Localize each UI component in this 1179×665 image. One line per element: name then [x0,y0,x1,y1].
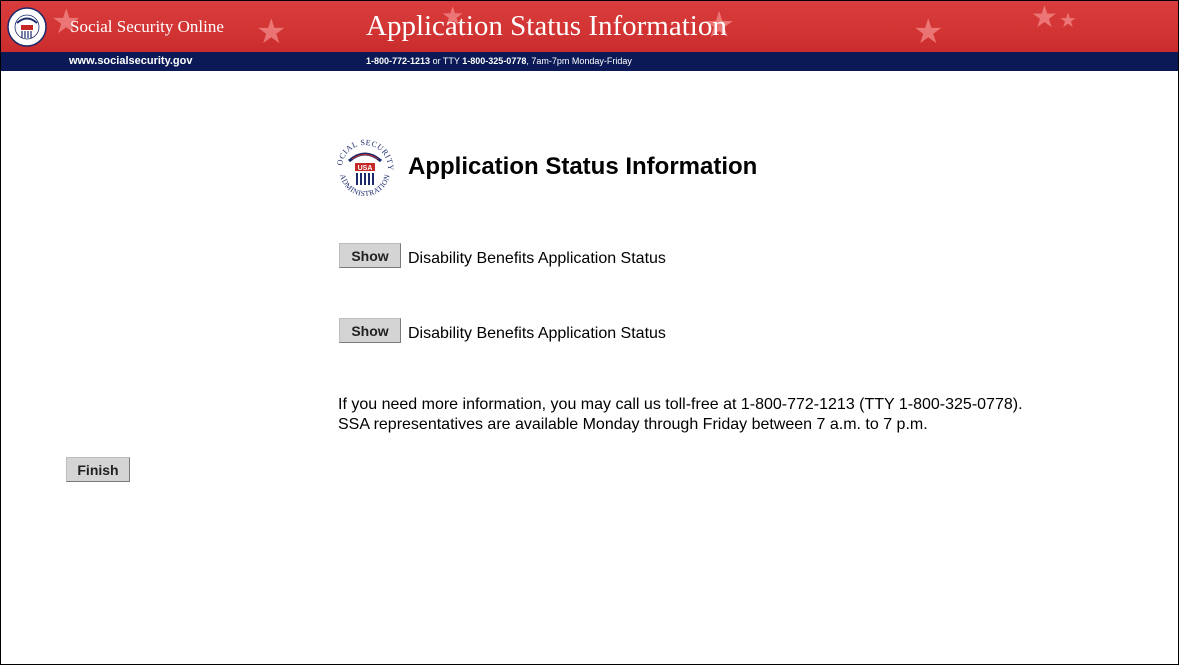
header-banner: ★ ★ ★ ★ ★ ★ ★ Social Security Online App… [1,1,1178,52]
decorative-star-icon: ★ [1059,10,1077,32]
ssa-seal-icon: SOCIAL SECURITY ADMINISTRATION USA [332,135,397,200]
phone-tty: 1-800-325-0778 [462,56,527,66]
site-name[interactable]: Social Security Online [70,17,224,37]
page-title: Application Status Information [408,153,758,180]
contact-info-text: If you need more information, you may ca… [338,396,1023,433]
decorative-star-icon: ★ [913,13,944,51]
ssa-seal-icon [7,7,47,47]
decorative-star-icon: ★ [256,13,287,51]
disability-status-label: Disability Benefits Application Status [408,250,666,267]
contact-phone-line: 1-800-772-1213 or TTY 1-800-325-0778, 7a… [366,56,632,66]
show-disability-status-button[interactable]: Show [339,243,401,268]
disability-status-label: Disability Benefits Application Status [408,325,666,342]
phone-primary: 1-800-772-1213 [366,56,431,66]
seal-text-usa: USA [358,165,373,172]
decorative-star-icon: ★ [1031,1,1058,34]
banner-title: Application Status Information [366,10,727,42]
show-disability-status-button[interactable]: Show [339,318,401,343]
contact-hours: , 7am-7pm Monday-Friday [526,56,632,66]
phone-connector: or TTY [432,56,460,66]
site-url-link[interactable]: www.socialsecurity.gov [69,55,193,67]
finish-button[interactable]: Finish [66,457,130,482]
